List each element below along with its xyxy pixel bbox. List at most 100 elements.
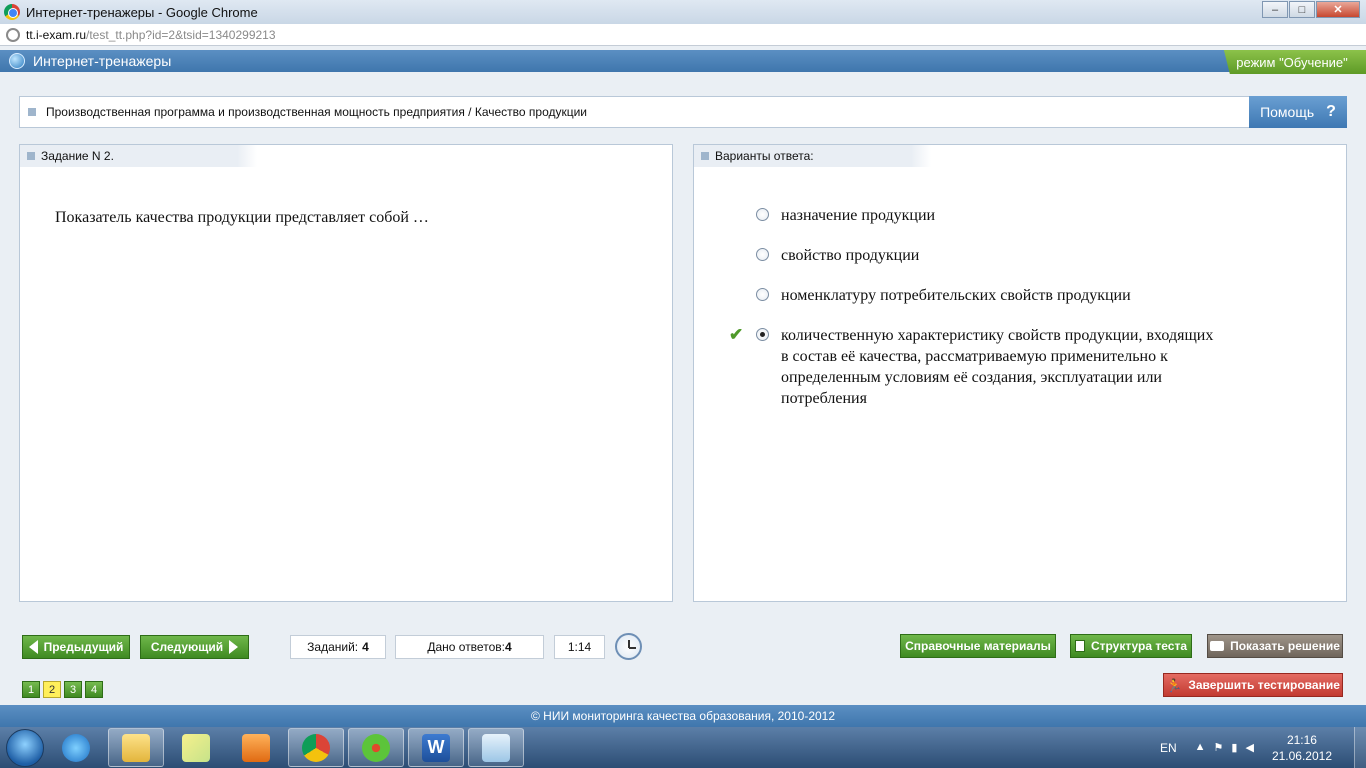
structure-label: Структура теста [1090, 639, 1188, 653]
answer-options: назначение продукции свойство продукции … [729, 205, 1289, 428]
help-label: Помощь [1260, 104, 1315, 120]
window-title: Интернет-тренажеры - Google Chrome [26, 4, 258, 20]
test-structure-button[interactable]: Структура теста [1070, 634, 1192, 658]
book-icon [1210, 641, 1225, 651]
reference-materials-button[interactable]: Справочные материалы [900, 634, 1056, 658]
address-bar[interactable]: tt.i-exam.ru/test_tt.php?id=2&tsid=13402… [0, 24, 1366, 46]
copyright-text: © НИИ мониторинга качества образования, … [530, 709, 836, 723]
next-label: Следующий [150, 640, 224, 654]
question-text: Показатель качества продукции представля… [55, 209, 429, 226]
task-panel-header: Задание N 2. [20, 145, 415, 167]
footer: © НИИ мониторинга качества образования, … [0, 705, 1366, 727]
bullet-square-icon [701, 152, 709, 160]
sticky-notes-icon [182, 733, 210, 762]
breadcrumb-text: Производственная программа и производств… [46, 105, 588, 119]
minimize-button[interactable]: – [1262, 1, 1288, 18]
finish-test-button[interactable]: 🏃 Завершить тестирование [1163, 673, 1343, 697]
volume-icon[interactable]: ◀ [1245, 741, 1253, 754]
answer-label[interactable]: номенклатуру потребительских свойств про… [781, 285, 1221, 306]
explorer-folder-icon [122, 733, 150, 762]
checkmark-icon: ✔ [729, 325, 744, 344]
app-header: Интернет-тренажеры режим "Обучение" [0, 50, 1366, 74]
page-button-4[interactable]: 4 [85, 681, 103, 698]
answer-option-selected[interactable]: ✔ количественную характеристику свойств … [729, 325, 1289, 409]
finish-label: Завершить тестирование [1188, 678, 1340, 692]
answer-option[interactable]: назначение продукции [729, 205, 1289, 226]
answer-label[interactable]: количественную характеристику свойств пр… [781, 325, 1221, 409]
page-icon [6, 27, 20, 42]
window-controls: – □ ✕ [1261, 1, 1360, 18]
answer-label[interactable]: назначение продукции [781, 205, 1221, 226]
start-button[interactable] [6, 728, 44, 767]
page-button-2[interactable]: 2 [43, 681, 61, 698]
breadcrumb: Производственная программа и производств… [19, 96, 1347, 128]
network-signal-icon[interactable]: ▮ [1231, 741, 1237, 754]
taskbar-chrome[interactable] [288, 728, 344, 767]
tasks-value: 4 [362, 640, 369, 654]
show-hidden-icons-icon[interactable]: ▲ [1195, 741, 1206, 754]
radio-button[interactable] [756, 248, 769, 261]
arrow-right-icon [229, 640, 239, 654]
answers-value: 4 [504, 640, 512, 654]
tray-icons: ▲ ⚑ ▮ ◀ [1195, 741, 1254, 754]
task-panel: Задание N 2. Показатель качества продукц… [19, 144, 673, 602]
show-desktop-button[interactable] [1354, 727, 1366, 768]
tray-time: 21:16 [1286, 732, 1317, 747]
prev-button[interactable]: Предыдущий [22, 635, 130, 659]
radio-button-checked[interactable] [756, 328, 769, 341]
question-icon: ? [1326, 103, 1336, 120]
taskbar-media-player[interactable] [228, 728, 284, 767]
mode-badge: режим "Обучение" [1223, 50, 1366, 74]
chrome-icon [4, 4, 20, 20]
internet-explorer-icon [62, 733, 90, 762]
maximize-button[interactable]: □ [1289, 1, 1315, 18]
show-solution-button[interactable]: Показать решение [1207, 634, 1343, 658]
next-button[interactable]: Следующий [140, 635, 249, 659]
answers-count: Дано ответов: 4 [395, 635, 544, 659]
system-tray: EN ▲ ⚑ ▮ ◀ 21:16 21.06.2012 [1160, 727, 1366, 768]
radio-button[interactable] [756, 288, 769, 301]
action-center-icon[interactable]: ⚑ [1214, 741, 1224, 754]
taskbar-word[interactable]: W [408, 728, 464, 767]
answers-panel: Варианты ответа: назначение продукции св… [693, 144, 1347, 602]
tray-date: 21.06.2012 [1271, 748, 1332, 763]
page-button-3[interactable]: 3 [64, 681, 82, 698]
help-button[interactable]: Помощь ? [1249, 96, 1347, 128]
document-icon [1074, 640, 1085, 652]
radio-button[interactable] [756, 208, 769, 221]
clock-display[interactable]: 21:16 21.06.2012 [1272, 732, 1332, 764]
show-solution-label: Показать решение [1230, 639, 1340, 653]
taskbar-internet-explorer[interactable] [48, 728, 104, 767]
clock-icon [615, 633, 642, 660]
taskbar-notepad[interactable] [468, 728, 524, 767]
answers-label: Дано ответов: [427, 640, 505, 654]
taskbar-icq[interactable] [348, 728, 404, 767]
close-button[interactable]: ✕ [1316, 1, 1360, 18]
tasks-label: Заданий: [307, 640, 359, 654]
bullet-square-icon [27, 152, 35, 160]
answer-option[interactable]: свойство продукции [729, 245, 1289, 266]
window-titlebar: Интернет-тренажеры - Google Chrome – □ ✕ [0, 0, 1366, 24]
icq-icon [362, 733, 390, 762]
globe-icon [9, 53, 25, 69]
taskbar-sticky-notes[interactable] [168, 728, 224, 767]
url-host: tt.i-exam.ru [26, 27, 87, 42]
prev-label: Предыдущий [43, 640, 124, 654]
answer-label[interactable]: свойство продукции [781, 245, 1221, 266]
task-heading: Задание N 2. [41, 149, 114, 163]
arrow-left-icon [28, 640, 38, 654]
url-path: /test_tt.php?id=2&tsid=1340299213 [86, 27, 276, 42]
word-icon: W [422, 733, 450, 762]
media-player-icon [242, 733, 270, 762]
tasks-count: Заданий: 4 [290, 635, 386, 659]
reference-label: Справочные материалы [905, 639, 1051, 653]
page-button-1[interactable]: 1 [22, 681, 40, 698]
answers-heading: Варианты ответа: [715, 149, 814, 163]
language-indicator[interactable]: EN [1160, 741, 1177, 755]
taskbar: W EN ▲ ⚑ ▮ ◀ 21:16 21.06.2012 [0, 727, 1366, 768]
taskbar-explorer[interactable] [108, 728, 164, 767]
chrome-icon [302, 733, 330, 762]
answer-option[interactable]: номенклатуру потребительских свойств про… [729, 285, 1289, 306]
notepad-icon [482, 733, 510, 762]
url-text[interactable]: tt.i-exam.ru/test_tt.php?id=2&tsid=13402… [26, 28, 276, 42]
